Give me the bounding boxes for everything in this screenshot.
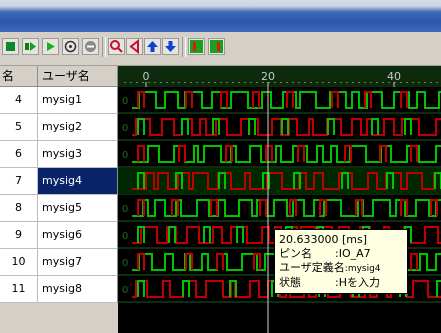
signal-number[interactable]: 5 (0, 114, 38, 141)
tooltip-user-value: :mysig4 (344, 264, 381, 274)
start-value: 0 (122, 231, 128, 242)
play-green-icon[interactable] (42, 38, 59, 55)
marker-right-icon[interactable] (208, 38, 225, 55)
arrow-down-icon[interactable] (162, 38, 179, 55)
name-column-label: ユーザ名 (42, 69, 90, 83)
num-column-header[interactable]: 名 (0, 66, 38, 87)
zoom-in-icon[interactable] (108, 38, 125, 55)
time-tick-label: 20 (261, 70, 275, 83)
start-value: 0 (122, 150, 128, 161)
tooltip-pin-label: ピン名 (279, 247, 312, 260)
arrow-up-icon[interactable] (144, 38, 161, 55)
play-icon[interactable] (22, 38, 39, 55)
signal-name[interactable]: mysig4 (38, 168, 118, 195)
num-column-label: 名 (2, 69, 15, 83)
time-tick-label: 0 (143, 70, 150, 83)
signal-name[interactable]: mysig6 (38, 222, 118, 249)
green-flag-icon[interactable] (2, 38, 19, 55)
signal-number[interactable]: 6 (0, 141, 38, 168)
tooltip-pin-value: :IO_A7 (335, 247, 371, 260)
tooltip-state-label: 状態 (279, 276, 301, 289)
signal-tooltip: 20.633000 [ms] ピン名 :IO_A7 ユーザ定義名:mysig4 状… (274, 229, 408, 294)
signal-number[interactable]: 8 (0, 195, 38, 222)
start-value: 0 (122, 285, 128, 296)
signal-number[interactable]: 7 (0, 168, 38, 195)
signal-name[interactable]: mysig8 (38, 276, 118, 303)
start-value: 0 (122, 96, 128, 107)
signal-number[interactable]: 9 (0, 222, 38, 249)
start-value: 0 (122, 123, 128, 134)
signal-name[interactable]: mysig7 (38, 249, 118, 276)
time-tick-label: 40 (387, 70, 401, 83)
title-bar (0, 0, 441, 32)
signal-number[interactable]: 10 (0, 249, 38, 276)
tooltip-user-label: ユーザ定義名 (279, 261, 345, 274)
toolbar (0, 32, 441, 66)
start-value: 0 (122, 258, 128, 269)
signal-name[interactable]: mysig2 (38, 114, 118, 141)
signal-name[interactable]: mysig5 (38, 195, 118, 222)
name-column-header[interactable]: ユーザ名 (38, 66, 118, 87)
start-value: 0 (122, 204, 128, 215)
stop-circle-icon[interactable] (82, 38, 99, 55)
signal-name[interactable]: mysig3 (38, 141, 118, 168)
marker-left-icon[interactable] (188, 38, 205, 55)
settings-dial-icon[interactable] (62, 38, 79, 55)
tooltip-state-value: :Hを入力 (335, 276, 380, 289)
zoom-out-icon[interactable] (126, 38, 143, 55)
signal-name[interactable]: mysig1 (38, 87, 118, 114)
signal-number[interactable]: 4 (0, 87, 38, 114)
tooltip-time: 20.633000 [ms] (279, 233, 368, 246)
signal-number[interactable]: 11 (0, 276, 38, 303)
